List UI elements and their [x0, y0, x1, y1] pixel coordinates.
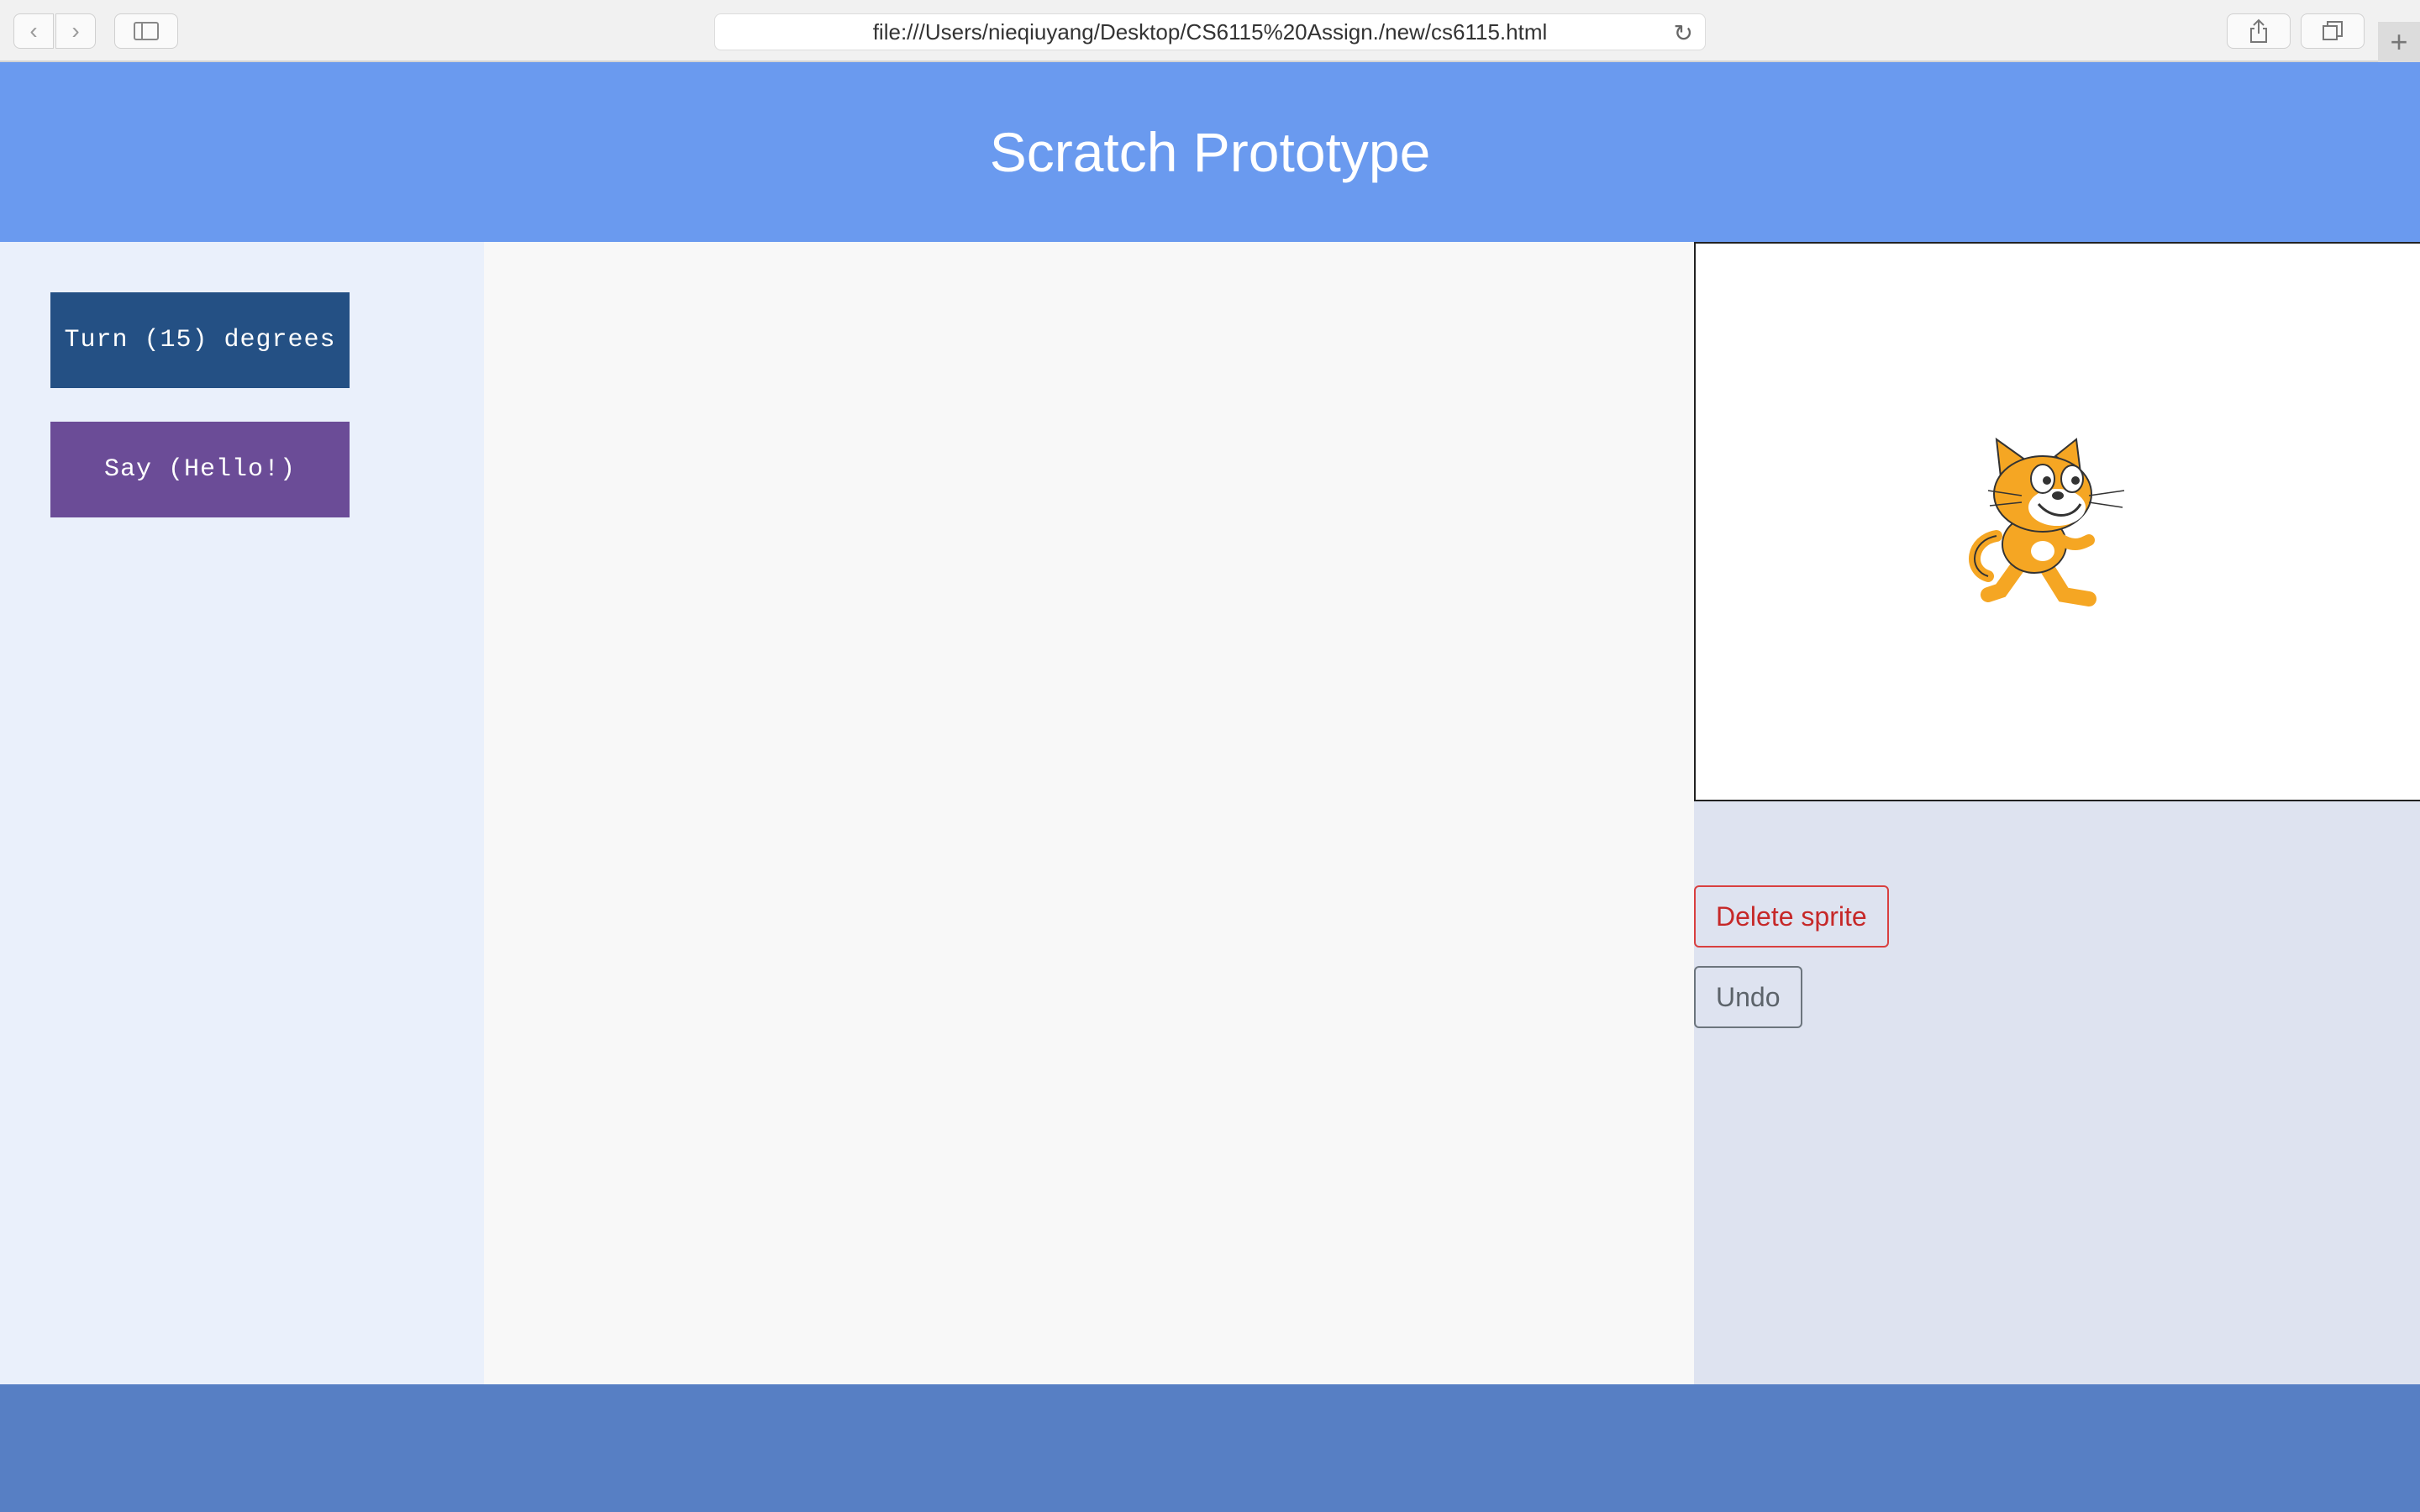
url-text: file:///Users/nieqiuyang/Desktop/CS6115%…	[872, 18, 1548, 45]
address-bar[interactable]: file:///Users/nieqiuyang/Desktop/CS6115%…	[714, 13, 1706, 50]
tabs-icon	[2323, 21, 2343, 40]
sidebar-toggle-button[interactable]	[114, 13, 178, 49]
cat-sprite[interactable]	[1963, 435, 2131, 612]
script-workspace[interactable]	[484, 242, 1694, 1384]
page-footer	[0, 1384, 2420, 1512]
plus-icon: +	[2390, 24, 2408, 59]
new-tab-button[interactable]: +	[2378, 22, 2420, 62]
block-palette: Turn (15) degrees Say (Hello!)	[0, 242, 484, 1384]
share-icon	[2250, 18, 2267, 43]
forward-button[interactable]: ›	[55, 13, 96, 49]
undo-button[interactable]: Undo	[1694, 966, 1802, 1028]
stage-panel: Delete sprite Undo	[1694, 242, 2420, 1384]
chevron-right-icon: ›	[71, 18, 80, 44]
reload-icon[interactable]: ↻	[1674, 19, 1693, 47]
delete-sprite-button[interactable]: Delete sprite	[1694, 885, 1889, 948]
turn-block[interactable]: Turn (15) degrees	[50, 292, 350, 388]
stage[interactable]	[1694, 242, 2420, 801]
share-button[interactable]	[2227, 13, 2291, 49]
chevron-left-icon: ‹	[29, 18, 38, 44]
back-button[interactable]: ‹	[13, 13, 54, 49]
sidebar-icon	[134, 22, 159, 40]
tab-overview-button[interactable]	[2301, 13, 2365, 49]
page-header: Scratch Prototype	[0, 62, 2420, 242]
say-block[interactable]: Say (Hello!)	[50, 422, 350, 517]
browser-toolbar: ‹ › file:///Users/nieqiuyang/Desktop/CS6…	[0, 0, 2420, 62]
page-title: Scratch Prototype	[989, 121, 1431, 183]
